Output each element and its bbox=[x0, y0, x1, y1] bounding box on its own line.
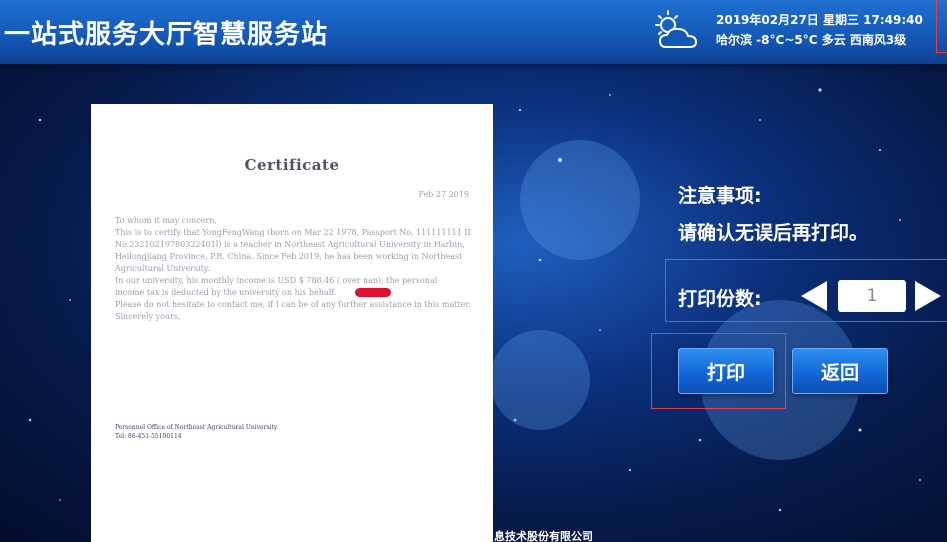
header-edge-marker bbox=[936, 0, 947, 53]
print-button[interactable]: 打印 bbox=[678, 348, 774, 394]
partly-cloudy-icon bbox=[655, 10, 698, 48]
back-button[interactable]: 返回 bbox=[792, 348, 888, 394]
app-title: 一站式服务大厅智慧服务站 bbox=[4, 20, 329, 50]
document-title: Certificate bbox=[244, 156, 340, 174]
document-line: Agricultural University. bbox=[115, 264, 210, 273]
signature-tel: Tel: 86-451-55190114 bbox=[115, 433, 182, 440]
document-date: Feb 27 2019 bbox=[418, 190, 469, 199]
arrow-right-icon bbox=[915, 281, 941, 311]
signature-org: Personnel Office of Northeast Agricultur… bbox=[115, 424, 278, 431]
copies-input[interactable] bbox=[838, 280, 906, 312]
document-line: No.23210219780322401l) is a teacher in N… bbox=[115, 240, 465, 249]
arrow-left-icon bbox=[801, 281, 827, 311]
footer-company-text: 息技术股份有限公司 bbox=[494, 530, 593, 542]
redaction-mark bbox=[355, 288, 391, 297]
document-preview: Certificate Feb 27 2019 To whom it may c… bbox=[91, 104, 493, 542]
document-line: Please do not hesitate to contact me, if… bbox=[115, 300, 471, 309]
decrease-copies-button[interactable] bbox=[799, 280, 829, 312]
current-datetime: 2019年02月27日 星期三 17:49:40 bbox=[716, 13, 923, 27]
notice-text: 请确认无误后再打印。 bbox=[678, 222, 869, 244]
kiosk-screen: 一站式服务大厅智慧服务站 2019年02月27日 星期三 17:49:40 哈尔… bbox=[0, 0, 947, 542]
copies-label: 打印份数: bbox=[678, 288, 762, 310]
document-signature-block: Personnel Office of Northeast Agricultur… bbox=[115, 423, 277, 441]
notice-title: 注意事项: bbox=[678, 185, 762, 207]
document-line: Heilongjiang Province, P.R. China. Since… bbox=[115, 252, 463, 261]
document-line: Sincerely yours, bbox=[115, 312, 181, 321]
document-body: To whom it may concern, This is to certi… bbox=[115, 215, 471, 323]
top-header-bar: 一站式服务大厅智慧服务站 2019年02月27日 星期三 17:49:40 哈尔… bbox=[0, 0, 947, 64]
document-line: This is to certify that YongFengWang (bo… bbox=[115, 228, 471, 237]
document-line: To whom it may concern, bbox=[115, 216, 217, 225]
document-line: income tax is deducted by the university… bbox=[115, 288, 337, 297]
document-line: In our university, his monthly income is… bbox=[115, 276, 438, 285]
increase-copies-button[interactable] bbox=[913, 280, 943, 312]
weather-info: 哈尔滨 -8°C~5°C 多云 西南风3级 bbox=[716, 33, 907, 47]
